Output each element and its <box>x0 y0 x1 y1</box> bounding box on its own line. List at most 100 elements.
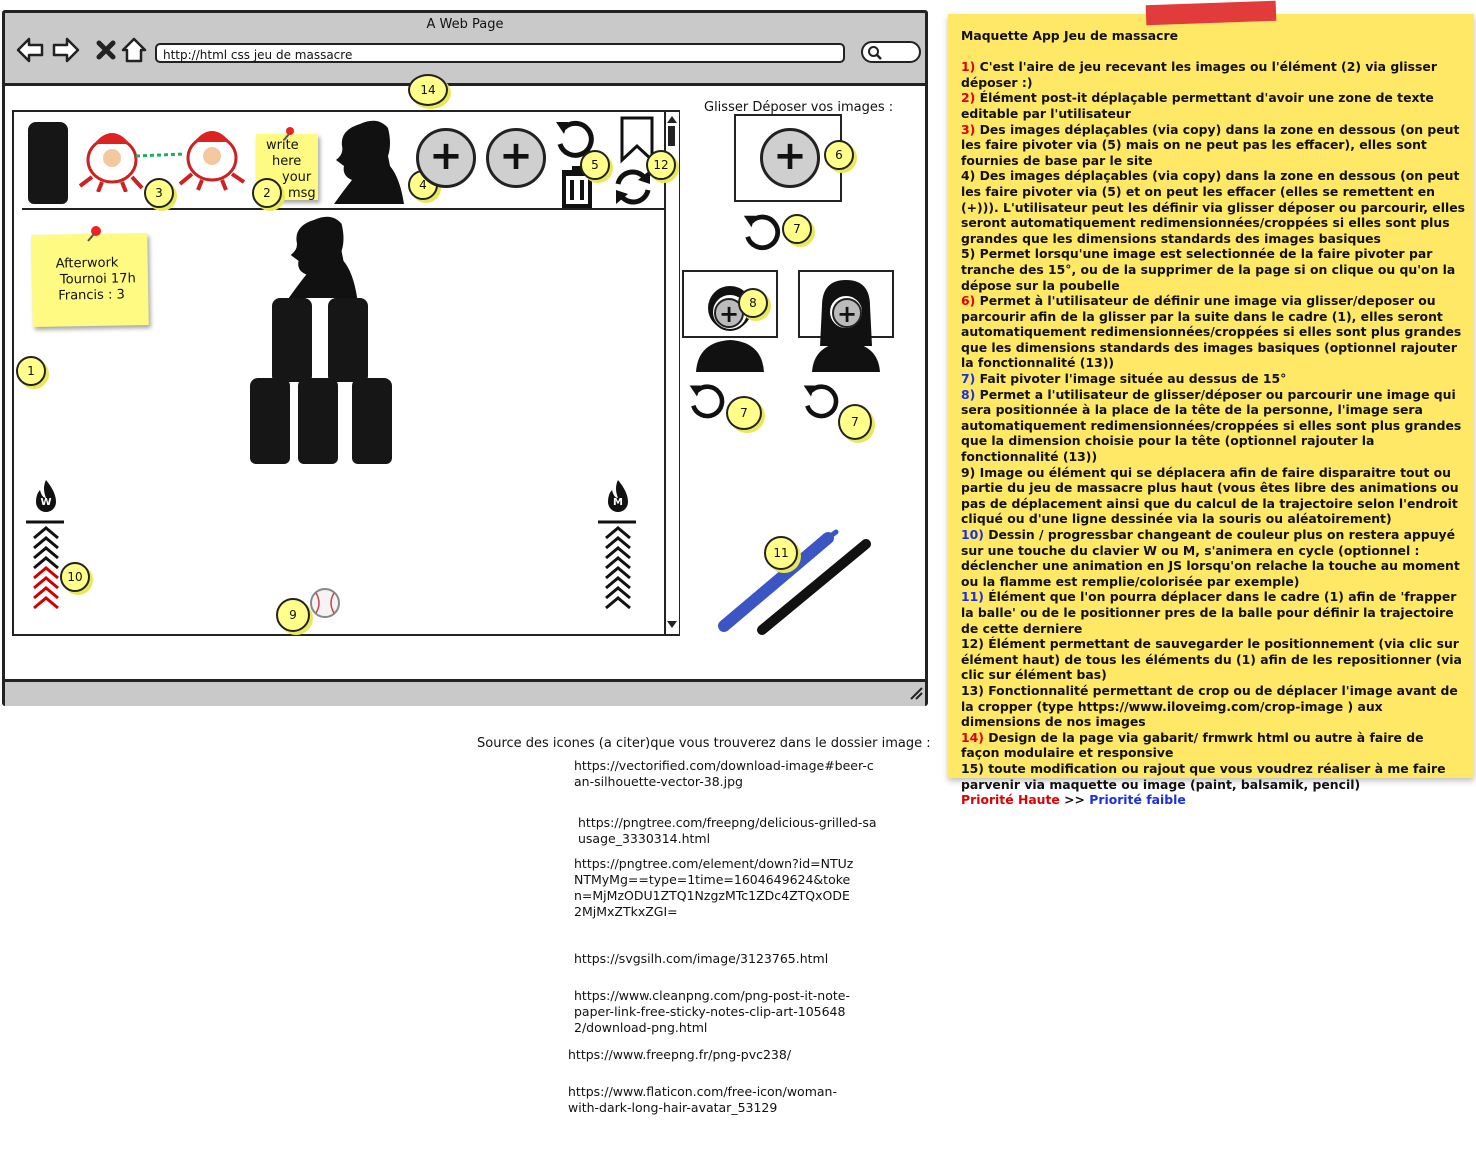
note-text: Fonctionnalité permettant de crop ou de … <box>961 682 1458 730</box>
note-item: 4) Des images déplaçables (via copy) dan… <box>961 168 1465 246</box>
note-text: Élément post-it déplaçable permettant d'… <box>961 90 1434 121</box>
add-image-slot-2[interactable]: + <box>486 128 546 188</box>
search-input[interactable] <box>861 41 921 63</box>
add-image-slot-1[interactable]: + <box>416 128 476 188</box>
toolbar-divider <box>22 208 666 210</box>
notes-items: 1) C'est l'aire de jeu recevant les imag… <box>961 59 1465 792</box>
browser-statusbar <box>5 679 925 706</box>
note-number: 15) <box>961 760 984 776</box>
note-number: 4) <box>961 168 976 184</box>
badge-7: 7 <box>838 404 872 440</box>
badge-8: 8 <box>738 288 768 318</box>
priority-arrow: >> <box>1059 792 1090 808</box>
source-link[interactable]: https://pngtree.com/element/down?id=NTUz… <box>574 856 854 920</box>
badge-3: 3 <box>144 178 174 208</box>
url-input[interactable]: http://html css jeu de massacre <box>155 43 845 63</box>
can-target[interactable] <box>328 298 368 382</box>
rotate-icon[interactable] <box>686 380 730 424</box>
note-item: 1) C'est l'aire de jeu recevant les imag… <box>961 59 1465 90</box>
can-target[interactable] <box>272 298 312 382</box>
note-number: 7) <box>961 371 976 387</box>
badge-6: 6 <box>824 140 854 170</box>
note-text: Permet à l'utilisateur de définir une im… <box>961 293 1462 371</box>
home-icon[interactable] <box>119 35 149 65</box>
note-text: Des images déplaçables (via copy) dans l… <box>961 168 1465 246</box>
source-link[interactable]: https://www.flaticon.com/free-icon/woman… <box>568 1084 838 1116</box>
add-face-woman-button[interactable]: + <box>832 298 862 328</box>
rotate-icon[interactable] <box>740 210 786 256</box>
note-text: Design de la page via gabarit/ frmwrk ht… <box>961 729 1424 761</box>
postit-afterwork-text[interactable]: Afterwork Tournoi 17h Francis : 3 <box>56 255 137 304</box>
note-number: 14) <box>961 729 984 745</box>
source-link[interactable]: https://vectorified.com/download-image#b… <box>574 758 874 790</box>
toolbar-can-image[interactable] <box>28 122 68 204</box>
note-item: 7) Fait pivoter l'image située au dessus… <box>961 371 1465 387</box>
note-number: 8) <box>961 386 976 402</box>
badge-14: 14 <box>408 74 448 106</box>
pyramid-head-silhouette[interactable] <box>282 212 362 298</box>
note-text: Élément que l'on pourra déplacer dans le… <box>961 589 1457 636</box>
baseball-bats-icon[interactable] <box>716 526 880 636</box>
santa-right-icon <box>178 131 246 191</box>
priority-legend: Priorité Haute >> Priorité faible <box>961 792 1465 808</box>
note-item: 5) Permet lorsqu'une image est selection… <box>961 246 1465 293</box>
note-number: 2) <box>961 90 976 106</box>
source-link[interactable]: https://www.freepng.fr/png-pvc238/ <box>568 1047 868 1063</box>
note-number: 11) <box>961 589 984 605</box>
pin-icon <box>87 226 101 242</box>
note-number: 9) <box>961 464 976 480</box>
note-item: 9) Image ou élément qui se déplacera afi… <box>961 465 1465 527</box>
sources-title: Source des icones (a citer)que vous trou… <box>477 736 931 751</box>
note-number: 5) <box>961 246 976 262</box>
scroll-up-icon[interactable] <box>666 114 678 124</box>
note-item: 2) Élément post-it déplaçable permettant… <box>961 90 1465 121</box>
close-icon[interactable] <box>91 35 121 65</box>
can-target[interactable] <box>250 378 290 464</box>
power-gauge-m[interactable]: M <box>598 478 638 618</box>
postit-afterwork[interactable]: Afterwork Tournoi 17h Francis : 3 <box>31 232 149 328</box>
flame-m-letter: M <box>613 497 623 508</box>
badge-12: 12 <box>646 150 676 180</box>
note-item: 10) Dessin / progressbar changeant de co… <box>961 527 1465 589</box>
badge-1: 1 <box>16 356 46 386</box>
source-link[interactable]: https://pngtree.com/freepng/delicious-gr… <box>578 815 878 847</box>
note-item: 8) Permet a l'utilisateur de glisser/dép… <box>961 387 1465 465</box>
note-number: 10) <box>961 527 984 542</box>
priority-low: Priorité faible <box>1089 792 1186 808</box>
power-gauge-w[interactable]: W <box>26 478 66 618</box>
add-custom-image-button[interactable]: + <box>760 128 820 188</box>
scroll-down-icon[interactable] <box>666 620 678 630</box>
notes-title: Maquette App Jeu de massacre <box>961 28 1178 43</box>
note-item: 15) toute modification ou rajout que vou… <box>961 761 1465 792</box>
note-number: 13) <box>961 682 984 698</box>
priority-high: Priorité Haute <box>961 792 1060 808</box>
note-text: toute modification ou rajout que vous vo… <box>961 760 1446 792</box>
can-target[interactable] <box>298 378 338 464</box>
source-link[interactable]: https://www.cleanpng.com/png-post-it-not… <box>574 988 854 1036</box>
note-number: 1) <box>961 59 976 75</box>
back-arrow-icon[interactable] <box>15 35 45 65</box>
can-target[interactable] <box>352 378 392 464</box>
note-item: 13) Fonctionnalité permettant de crop ou… <box>961 683 1465 730</box>
browser-toolbar: A Web Page http://html css jeu de massac… <box>5 13 925 86</box>
note-text: C'est l'aire de jeu recevant les images … <box>961 59 1437 90</box>
window-title: A Web Page <box>426 17 504 32</box>
scrollbar[interactable] <box>664 112 679 634</box>
note-item: 14) Design de la page via gabarit/ frmwr… <box>961 730 1465 761</box>
badge-7: 7 <box>782 214 812 244</box>
baseball-icon[interactable] <box>308 586 342 620</box>
drop-label: Glisser Déposer vos images : <box>704 100 894 115</box>
note-text: Des images déplaçables (via copy) dans l… <box>961 121 1460 168</box>
forward-arrow-icon[interactable] <box>51 35 81 65</box>
note-text: Dessin / progressbar changeant de couleu… <box>961 527 1460 589</box>
profile-silhouette-image[interactable] <box>330 116 406 204</box>
note-item: 11) Élément que l'on pourra déplacer dan… <box>961 589 1465 636</box>
note-text: Fait pivoter l'image située au dessus de… <box>975 371 1287 387</box>
source-link[interactable]: https://svgsilh.com/image/3123765.html <box>574 951 874 967</box>
resize-grip-icon[interactable] <box>909 686 923 700</box>
badge-11: 11 <box>764 536 798 570</box>
note-text: Permet a l'utilisateur de glisser/dépose… <box>961 386 1462 465</box>
santa-left-icon <box>78 133 144 192</box>
scroll-thumb[interactable] <box>668 126 675 146</box>
note-number: 6) <box>961 293 976 309</box>
